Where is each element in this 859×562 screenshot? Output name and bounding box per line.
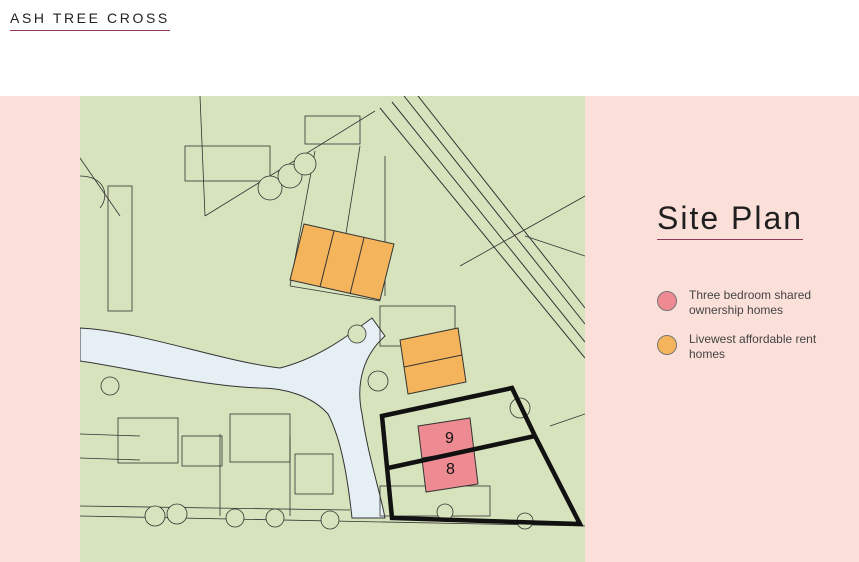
plot-number-8: 8 [446, 461, 455, 478]
site-map: 9 8 [80, 96, 585, 562]
legend-label: Three bedroom shared ownership homes [689, 288, 812, 317]
legend-label: Livewest affordable rent homes [689, 332, 817, 361]
site-plan-title: Site Plan [657, 200, 804, 240]
map-linework [80, 96, 585, 527]
legend-swatch-pink [657, 291, 677, 311]
affordable-rent-block-2 [399, 327, 467, 395]
legend-item-affordable-rent: Livewest affordable rent homes [657, 332, 847, 362]
brand-title: ASH TREE CROSS [10, 10, 170, 31]
plot-number-9: 9 [445, 430, 454, 447]
legend-item-shared-ownership: Three bedroom shared ownership homes [657, 288, 847, 318]
site-plan-drawing: 9 8 [80, 96, 585, 530]
railway-lines [379, 96, 585, 359]
map-legend: Three bedroom shared ownership homes Liv… [657, 288, 847, 376]
legend-swatch-orange [657, 335, 677, 355]
site-boundary [379, 385, 584, 527]
